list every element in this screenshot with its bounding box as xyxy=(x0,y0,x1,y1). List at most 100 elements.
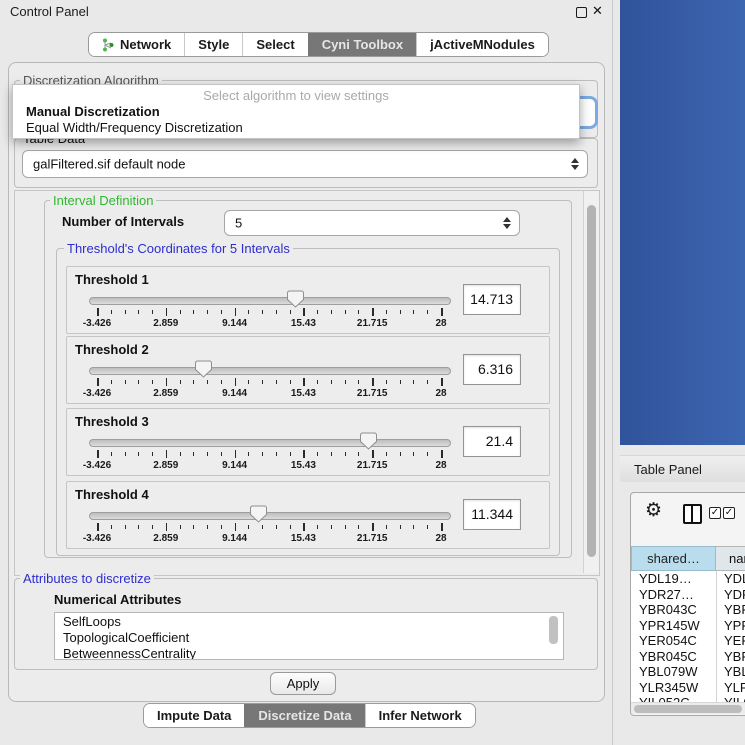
threshold-value: 14.713 xyxy=(470,291,513,307)
scrollbar-thumb[interactable] xyxy=(587,205,596,557)
minor-tick xyxy=(138,452,139,456)
threshold-2-slider-track[interactable] xyxy=(89,367,451,375)
dropdown-option-manual-discretization[interactable]: Manual Discretization xyxy=(26,104,160,119)
tab-discretize-data[interactable]: Discretize Data xyxy=(244,704,364,727)
tab-jactivemnodules[interactable]: jActiveMNodules xyxy=(416,33,548,56)
tick-label: 28 xyxy=(411,533,471,544)
num-intervals-label: Number of Intervals xyxy=(62,214,184,229)
minor-tick xyxy=(317,525,318,529)
major-tick xyxy=(235,308,237,316)
threshold-1-slider-thumb[interactable] xyxy=(287,290,304,313)
tab-label: Cyni Toolbox xyxy=(322,37,403,52)
table-row[interactable]: YBR045CYBR0 xyxy=(631,649,745,665)
minor-tick xyxy=(358,525,359,529)
table-data-combobox[interactable]: galFiltered.sif default node xyxy=(22,150,588,178)
tab-cyni-toolbox[interactable]: Cyni Toolbox xyxy=(308,33,416,56)
minor-tick xyxy=(125,452,126,456)
tab-style[interactable]: Style xyxy=(184,33,242,56)
dropdown-placeholder: Select algorithm to view settings xyxy=(13,88,579,103)
tab-label: Network xyxy=(120,37,171,52)
minor-tick xyxy=(248,380,249,384)
tick-label: 28 xyxy=(411,460,471,471)
threshold-3-value-field[interactable]: 21.4 xyxy=(463,426,521,457)
num-intervals-value: 5 xyxy=(235,216,242,231)
minor-tick xyxy=(427,380,428,384)
tab-impute-data[interactable]: Impute Data xyxy=(144,704,244,727)
vertical-scrollbar[interactable] xyxy=(583,191,599,573)
threshold-1-panel: Threshold 1-3.4262.8599.14415.4321.71528… xyxy=(66,266,550,334)
horizontal-scrollbar[interactable] xyxy=(631,702,745,714)
scrollbar-thumb[interactable] xyxy=(634,705,742,713)
algorithm-dropdown-popup: Select algorithm to view settings Manual… xyxy=(12,84,580,139)
minor-tick xyxy=(386,452,387,456)
threshold-4-value-field[interactable]: 11.344 xyxy=(463,499,521,530)
minor-tick xyxy=(262,310,263,314)
minor-tick xyxy=(345,525,346,529)
minor-tick xyxy=(400,310,401,314)
list-scrollbar-thumb[interactable] xyxy=(549,616,558,644)
show-columns-checkbox-icon[interactable]: ✓ xyxy=(709,507,721,519)
minor-tick xyxy=(180,525,181,529)
list-item-selfloops[interactable]: SelfLoops xyxy=(55,613,563,629)
cell-name: YDR2 xyxy=(724,587,745,602)
split-columns-icon[interactable] xyxy=(683,504,702,524)
threshold-4-slider-track[interactable] xyxy=(89,512,451,520)
threshold-2-slider-thumb[interactable] xyxy=(195,360,212,383)
float-window-icon[interactable] xyxy=(576,7,587,18)
cell-shared-name: YER054C xyxy=(639,633,697,648)
tick-label: 15.43 xyxy=(273,388,333,399)
list-item-betweennesscentrality[interactable]: BetweennessCentrality xyxy=(55,645,563,660)
table-row[interactable]: YDL19…YDL1 xyxy=(631,571,745,587)
column-header-name[interactable]: name xyxy=(716,546,745,571)
threshold-3-slider-thumb[interactable] xyxy=(360,432,377,455)
major-tick xyxy=(303,450,305,458)
tab-infer-network[interactable]: Infer Network xyxy=(365,704,475,727)
threshold-2-value-field[interactable]: 6.316 xyxy=(463,354,521,385)
table-row[interactable]: YPR145WYPR1 xyxy=(631,618,745,634)
select-columns-checkbox-icon[interactable]: ✓ xyxy=(723,507,735,519)
tick-label: -3.426 xyxy=(67,388,127,399)
table-row[interactable]: YBL079WYBL0 xyxy=(631,664,745,680)
minor-tick xyxy=(152,310,153,314)
cell-name: YBR0 xyxy=(724,602,745,617)
num-intervals-combobox[interactable]: 5 xyxy=(224,210,520,236)
numerical-attributes-list[interactable]: SelfLoopsTopologicalCoefficientBetweenne… xyxy=(54,612,564,660)
minor-tick xyxy=(317,310,318,314)
tab-network[interactable]: Network xyxy=(89,33,184,56)
minor-tick xyxy=(180,380,181,384)
minor-tick xyxy=(400,380,401,384)
major-tick xyxy=(166,378,168,386)
minor-tick xyxy=(152,525,153,529)
list-item-topologicalcoefficient[interactable]: TopologicalCoefficient xyxy=(55,629,563,645)
control-panel-window: Control Panel ✕ NetworkStyleSelectCyni T… xyxy=(0,0,613,745)
apply-button[interactable]: Apply xyxy=(270,672,336,695)
gear-icon[interactable]: ⚙ xyxy=(645,499,662,521)
threshold-2-label: Threshold 2 xyxy=(75,342,149,357)
column-header-shared-name[interactable]: shared… xyxy=(631,546,716,571)
cell-shared-name: YBL079W xyxy=(639,664,698,679)
threshold-value: 21.4 xyxy=(486,433,513,449)
table-row[interactable]: YBR043CYBR0 xyxy=(631,602,745,618)
threshold-1-value-field[interactable]: 14.713 xyxy=(463,284,521,315)
major-tick xyxy=(235,523,237,531)
minor-tick xyxy=(207,525,208,529)
close-icon[interactable]: ✕ xyxy=(592,3,603,19)
tick-label: 15.43 xyxy=(273,533,333,544)
tick-label: 28 xyxy=(411,318,471,329)
minor-tick xyxy=(276,452,277,456)
table-row[interactable]: YER054CYER0 xyxy=(631,633,745,649)
threshold-1-label: Threshold 1 xyxy=(75,272,149,287)
table-row[interactable]: YLR345WYLR3 xyxy=(631,680,745,696)
screen: Control Panel ✕ NetworkStyleSelectCyni T… xyxy=(0,0,745,745)
cell-name: YDL1 xyxy=(724,571,745,586)
tab-select[interactable]: Select xyxy=(242,33,307,56)
tab-label: Impute Data xyxy=(157,708,231,723)
threshold-1-slider-track[interactable] xyxy=(89,297,451,305)
threshold-4-slider-thumb[interactable] xyxy=(250,505,267,528)
interval-definition-title: Interval Definition xyxy=(50,193,156,208)
threshold-3-slider-track[interactable] xyxy=(89,439,451,447)
minor-tick xyxy=(248,452,249,456)
minor-tick xyxy=(400,452,401,456)
dropdown-option-equal-width-frequency[interactable]: Equal Width/Frequency Discretization xyxy=(26,120,243,135)
table-row[interactable]: YDR27…YDR2 xyxy=(631,587,745,603)
